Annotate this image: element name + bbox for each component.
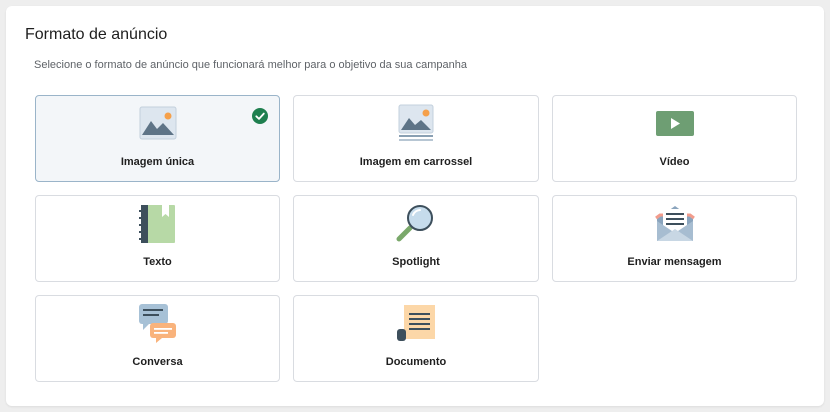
selected-check-icon: [252, 108, 268, 124]
format-label: Vídeo: [659, 156, 690, 168]
magnifier-icon: [396, 203, 436, 243]
format-card-enviar-mensagem[interactable]: Enviar mensagem: [552, 195, 797, 282]
format-card-spotlight[interactable]: Spotlight: [293, 195, 539, 282]
format-card-texto[interactable]: Texto: [35, 195, 280, 282]
format-label: Documento: [385, 356, 447, 368]
section-title: Formato de anúncio: [25, 26, 168, 43]
chat-bubbles-icon: [138, 303, 178, 343]
format-card-imagem-unica[interactable]: Imagem única: [35, 95, 280, 182]
format-label: Imagem única: [120, 156, 195, 168]
video-icon: [655, 103, 695, 143]
format-card-video[interactable]: Vídeo: [552, 95, 797, 182]
format-label: Enviar mensagem: [627, 256, 722, 268]
format-label: Conversa: [132, 356, 183, 368]
format-card-conversa[interactable]: Conversa: [35, 295, 280, 382]
format-card-documento[interactable]: Documento: [293, 295, 539, 382]
image-icon: [138, 103, 178, 143]
format-card-imagem-em-carrossel[interactable]: Imagem em carrossel: [293, 95, 539, 182]
envelope-icon: [654, 203, 695, 243]
format-grid: Imagem única Imagem em carrossel Vídeo T…: [35, 95, 797, 382]
ad-format-panel: Formato de anúncio Selecione o formato d…: [6, 6, 824, 406]
section-subtitle: Selecione o formato de anúncio que funci…: [34, 59, 467, 71]
carousel-image-icon: [396, 103, 436, 143]
notebook-icon: [138, 203, 178, 243]
format-label: Texto: [143, 256, 172, 268]
format-label: Imagem em carrossel: [359, 156, 473, 168]
document-icon: [396, 303, 436, 343]
format-label: Spotlight: [392, 256, 440, 268]
